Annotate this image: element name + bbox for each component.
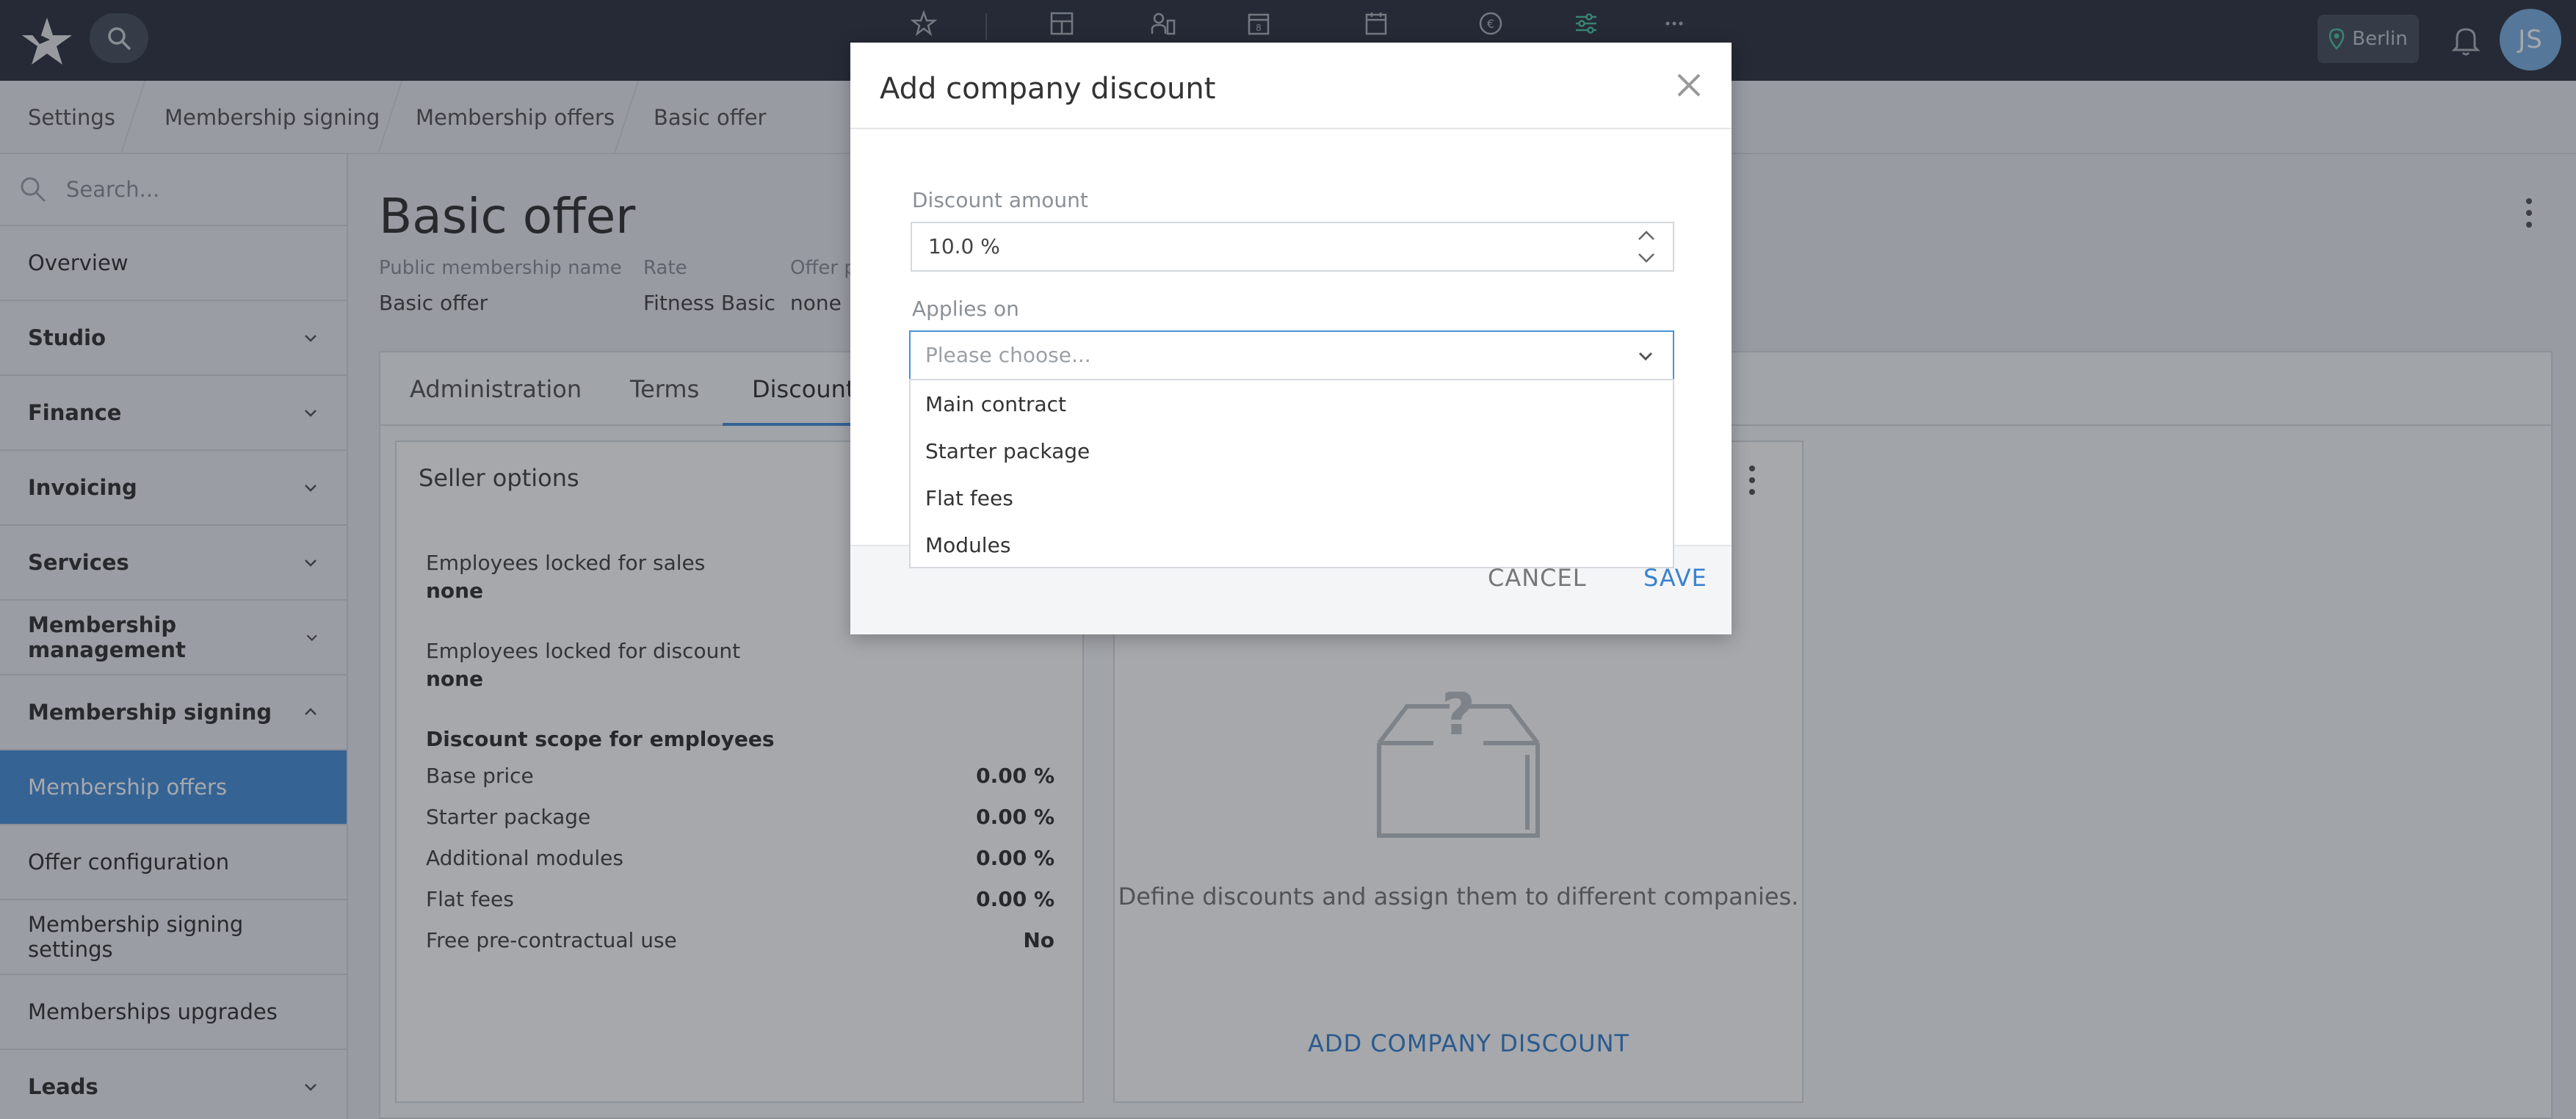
option-main-contract[interactable]: Main contract [925,392,1066,416]
dialog-header: Add company discount [850,43,1732,129]
applies-on-dropdown: Main contract Starter package Flat fees … [909,379,1674,568]
applies-on-label: Applies on [912,297,1019,321]
discount-amount-label: Discount amount [912,188,1088,212]
close-icon [1677,73,1701,97]
applies-on-select[interactable]: Please choose... [909,330,1674,380]
option-modules[interactable]: Modules [925,533,1010,557]
discount-amount-input[interactable]: 10.0 % [911,222,1674,272]
option-flat-fees[interactable]: Flat fees [925,486,1013,510]
chevron-down-icon [1638,352,1653,361]
dialog-title: Add company discount [880,72,1216,106]
number-stepper-icon[interactable] [1632,225,1661,269]
option-starter-package[interactable]: Starter package [925,439,1090,463]
close-dialog-button[interactable] [1674,70,1704,100]
add-company-discount-dialog: Add company discount Discount amount 10.… [850,43,1732,634]
